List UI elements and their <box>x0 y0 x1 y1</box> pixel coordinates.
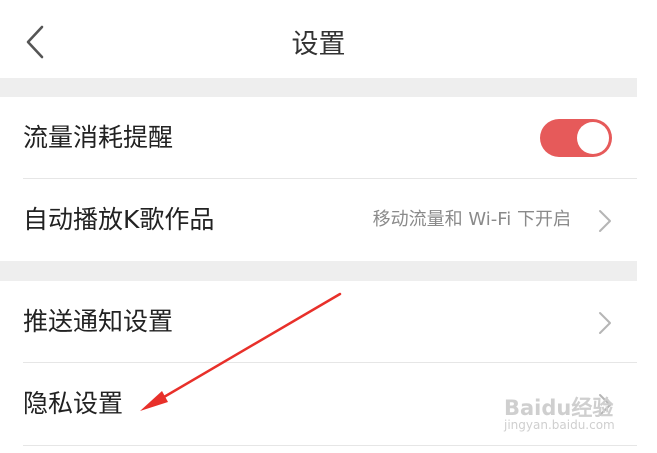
setting-label: 隐私设置 <box>23 389 124 418</box>
chevron-right-icon <box>599 312 611 334</box>
chevron-right-icon <box>599 210 611 232</box>
settings-screen: 设置 流量消耗提醒 自动播放K歌作品 移动流量和 Wi-Fi 下开启 推送通知设… <box>0 0 637 453</box>
setting-row-push-notifications[interactable]: 推送通知设置 <box>0 281 637 363</box>
data-usage-alert-toggle[interactable] <box>540 119 612 157</box>
setting-label: 自动播放K歌作品 <box>23 205 215 234</box>
nav-bar: 设置 <box>0 0 637 78</box>
section-divider <box>0 78 637 97</box>
toggle-knob <box>577 122 609 154</box>
section-divider <box>0 261 637 281</box>
watermark: Baidu经验 jingyan.baidu.com <box>504 392 634 440</box>
watermark-domain: jingyan.baidu.com <box>504 418 615 432</box>
setting-row-autoplay[interactable]: 自动播放K歌作品 移动流量和 Wi-Fi 下开启 <box>0 179 637 261</box>
autoplay-value: 移动流量和 Wi-Fi 下开启 <box>372 209 571 230</box>
screen-edge <box>637 0 657 453</box>
page-title: 设置 <box>291 29 346 60</box>
setting-label: 推送通知设置 <box>23 307 174 336</box>
row-divider <box>23 445 637 446</box>
setting-label: 流量消耗提醒 <box>23 123 174 152</box>
setting-row-data-usage-alert[interactable]: 流量消耗提醒 <box>0 97 637 179</box>
